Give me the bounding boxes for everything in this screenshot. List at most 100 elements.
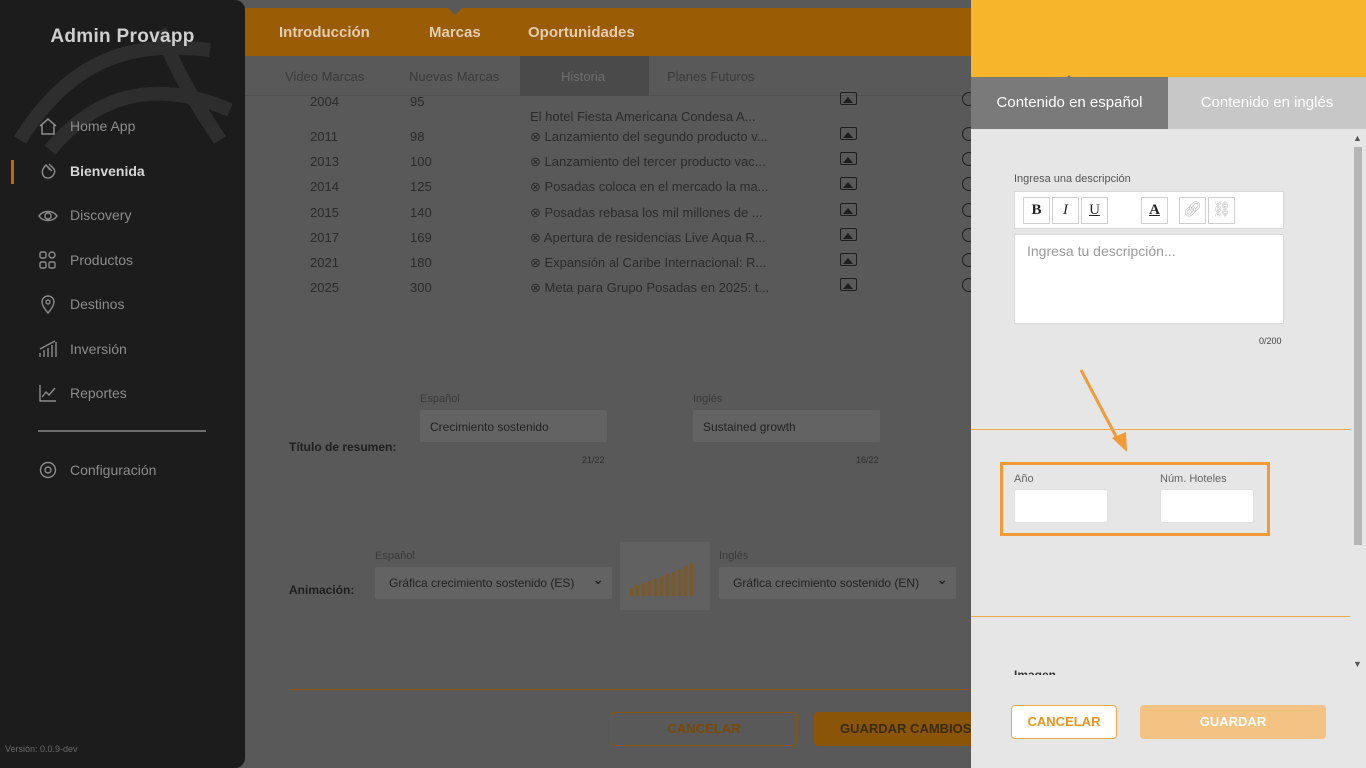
tab-marcas[interactable]: Marcas [429,24,481,41]
description-label: Ingresa una descripción [1014,173,1131,185]
unlink-icon[interactable]: ⛓︎ [1208,197,1235,224]
row-desc: ⊗ Posadas coloca en el mercado la ma... [530,179,769,194]
subtab-video-marcas[interactable]: Video Marcas [285,69,364,84]
sidebar-item-label: Inversión [70,341,127,357]
image-icon[interactable] [840,203,857,216]
panel-cancel-button[interactable]: CANCELAR [1011,705,1117,739]
sidebar-item-destinos[interactable]: Destinos [38,294,124,314]
sidebar-item-discovery[interactable]: Discovery [38,205,131,225]
panel-save-button[interactable]: GUARDAR [1140,705,1326,739]
summary-es-input[interactable]: Crecimiento sostenido [420,410,607,442]
row-num: 140 [410,205,432,220]
bold-button[interactable]: B [1023,197,1050,224]
animation-en-select[interactable]: Gráfica crecimiento sostenido (EN) [719,567,956,599]
row-year: 2017 [310,230,339,245]
hotels-count-input[interactable] [1160,489,1254,523]
active-tab-caret [447,7,463,15]
annotation-arrow-icon [1079,369,1127,452]
animation-en-label: Inglés [719,550,749,562]
text-color-button[interactable]: A [1141,197,1168,224]
sidebar-item-label: Destinos [70,296,125,312]
table-row: 2013 100 ⊗ Lanzamiento del tercer produc… [310,152,976,176]
wave-hand-icon [41,163,56,179]
tab-introduccion[interactable]: Introducción [279,24,370,41]
eye-icon [38,210,58,222]
image-icon[interactable] [840,177,857,190]
nav-divider [38,430,206,432]
thumb-bar [672,572,675,596]
summary-title-label: Título de resumen: [289,440,397,454]
row-num: 125 [410,179,432,194]
subtab-historia[interactable]: Historia [561,69,605,84]
description-editor[interactable]: Ingresa tu descripción... [1014,234,1284,324]
tab-oportunidades[interactable]: Oportunidades [528,24,635,41]
image-icon[interactable] [840,92,857,105]
sidebar-item-label: Productos [70,252,134,268]
tab-content-spanish[interactable]: Contenido en español [971,77,1168,129]
sidebar-item-configuracion[interactable]: Configuración [38,460,156,480]
sidebar-item-productos[interactable]: Productos [38,250,133,270]
table-row: 2021 180 ⊗ Expansión al Caribe Internaci… [310,253,976,277]
image-icon[interactable] [840,253,857,266]
table-row: 2017 169 ⊗ Apertura de residencias Live … [310,228,976,252]
table-row: 2011 98 ⊗ Lanzamiento del segundo produc… [310,127,976,151]
sidebar-item-label: Configuración [70,462,157,478]
save-changes-button[interactable]: GUARDAR CAMBIOS [814,712,984,746]
sidebar-item-label: Bienvenida [70,163,145,179]
row-year: 2014 [310,179,339,194]
scrollbar[interactable]: ▲ ▼ [1350,131,1366,673]
table-row: 2025 300 ⊗ Meta para Grupo Posadas en 20… [310,278,976,302]
summary-en-count: 16/22 [856,455,879,465]
link-icon[interactable]: 🔗︎ [1179,197,1206,224]
home-icon [39,118,57,135]
sidebar-item-home-app[interactable]: Home App [38,116,135,136]
tab-content-english[interactable]: Contenido en inglés [1168,77,1366,129]
thumb-bar [690,563,693,596]
bar-growth-icon [39,340,57,357]
sidebar-item-label: Reportes [70,385,127,401]
sidebar-item-reportes[interactable]: Reportes [38,383,127,403]
image-icon[interactable] [840,152,857,165]
animation-es-select[interactable]: Gráfica crecimiento sostenido (ES) [375,567,612,599]
row-num: 180 [410,255,432,270]
row-desc: ⊗ Meta para Grupo Posadas en 2025: t... [530,280,770,295]
table-row: 2014 125 ⊗ Posadas coloca en el mercado … [310,177,976,201]
active-indicator [11,160,14,184]
animation-es-label: Español [375,550,415,562]
thumb-bar [678,570,681,596]
summary-es-count: 21/22 [582,455,605,465]
cancel-button[interactable]: CANCELAR [611,712,797,746]
sidebar-item-bienvenida[interactable]: Bienvenida [38,161,145,181]
line-chart-icon [39,385,56,402]
row-desc: ⊗ Apertura de residencias Live Aqua R... [530,230,766,245]
animation-label: Animación: [289,583,355,597]
scroll-up-icon[interactable]: ▲ [1353,133,1362,143]
sidebar-item-label: Home App [70,118,136,134]
subtab-planes-futuros[interactable]: Planes Futuros [667,69,754,84]
row-year: 2021 [310,255,339,270]
scroll-down-icon[interactable]: ▼ [1353,659,1362,669]
app-title: Admin Provapp [50,26,195,47]
year-input[interactable] [1014,489,1108,523]
thumb-bar [642,583,645,596]
scrollbar-thumb[interactable] [1354,147,1362,545]
subtab-nuevas-marcas[interactable]: Nuevas Marcas [409,69,499,84]
underline-button[interactable]: U [1081,197,1108,224]
animation-preview-thumbnail [620,542,710,610]
summary-es-label: Español [420,393,460,405]
thumb-bar [630,588,633,596]
image-icon[interactable] [840,127,857,140]
sidebar: Admin Provapp Home App Bienvenida Discov… [0,0,245,768]
row-year: 2025 [310,280,339,295]
edit-panel: Contenido en español Contenido en inglés… [971,0,1366,768]
location-pin-icon [41,295,55,314]
image-icon[interactable] [840,278,857,291]
image-icon[interactable] [840,228,857,241]
thumb-bar [636,585,639,596]
sidebar-item-inversion[interactable]: Inversión [38,339,127,359]
summary-en-input[interactable]: Sustained growth [693,410,880,442]
row-year: 2004 [310,94,339,109]
thumb-bar [654,579,657,596]
section-divider [971,429,1350,430]
italic-button[interactable]: I [1052,197,1079,224]
